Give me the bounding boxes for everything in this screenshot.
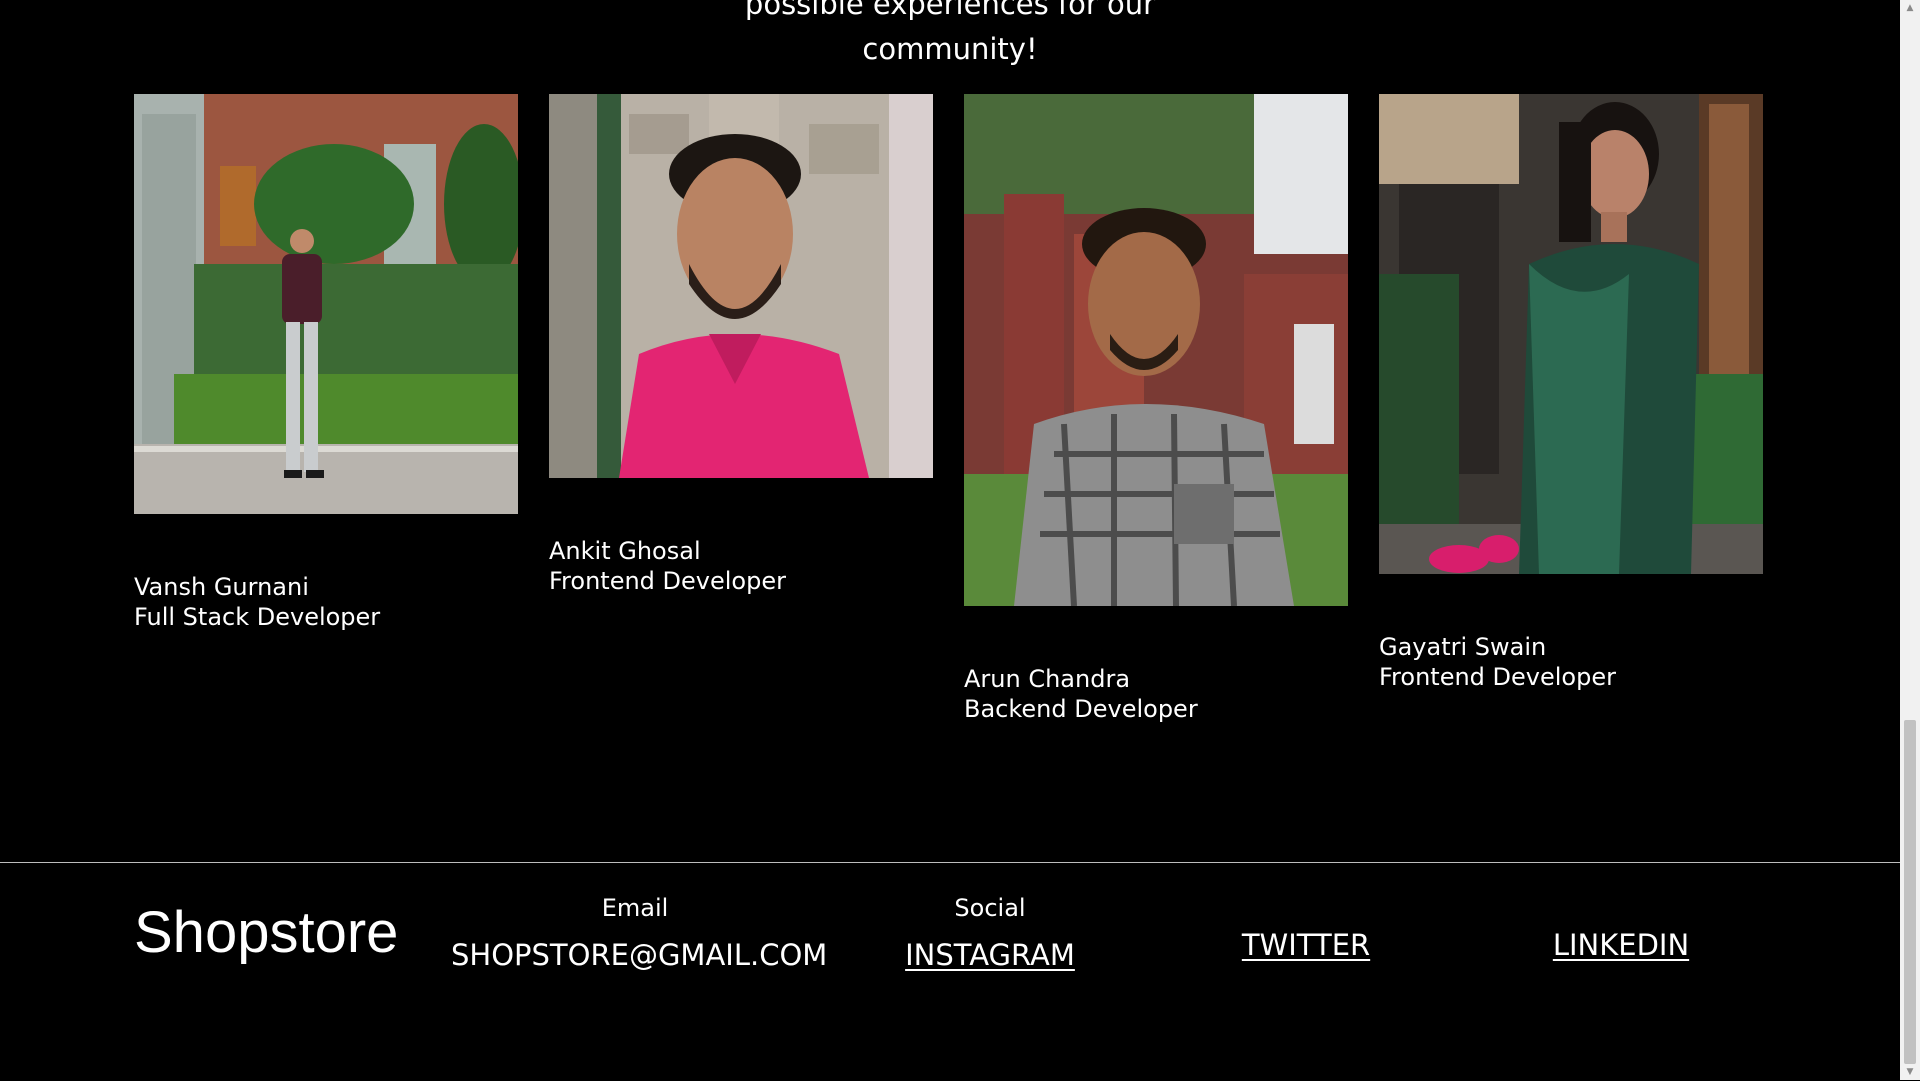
vertical-scrollbar[interactable]: ▲ ▼ xyxy=(1900,0,1920,1080)
team-member-card: Arun Chandra Backend Developer xyxy=(964,94,1350,723)
member-name: Vansh Gurnani xyxy=(134,573,309,601)
intro-line-1: possible experiences for our xyxy=(744,0,1156,21)
team-member-card: Gayatri Swain Frontend Developer xyxy=(1379,94,1765,691)
team-member-card: Ankit Ghosal Frontend Developer xyxy=(549,94,935,595)
intro-line-2: community! xyxy=(862,32,1038,66)
team-member-card: Vansh Gurnani Full Stack Developer xyxy=(134,94,520,631)
member-name: Ankit Ghosal xyxy=(549,537,701,565)
member-caption: Gayatri Swain Frontend Developer xyxy=(1379,632,1616,692)
member-caption: Ankit Ghosal Frontend Developer xyxy=(549,536,786,596)
page: possible experiences for our community! xyxy=(0,0,1900,1080)
member-name: Arun Chandra xyxy=(964,665,1131,693)
footer: Shopstore Email SHOPSTORE@GMAIL.COM Soci… xyxy=(0,862,1900,1081)
member-role: Full Stack Developer xyxy=(134,603,381,631)
member-caption: Vansh Gurnani Full Stack Developer xyxy=(134,572,380,632)
email-value: SHOPSTORE@GMAIL.COM xyxy=(451,938,828,972)
member-caption: Arun Chandra Backend Developer xyxy=(964,664,1198,724)
brand-logo-text[interactable]: Shopstore xyxy=(134,897,398,969)
member-photo xyxy=(964,94,1348,606)
member-role: Backend Developer xyxy=(964,695,1198,723)
scrollbar-thumb[interactable] xyxy=(1904,720,1916,1064)
scroll-up-icon[interactable]: ▲ xyxy=(1900,0,1920,16)
member-photo xyxy=(134,94,518,514)
linkedin-link[interactable]: LINKEDIN xyxy=(1521,927,1721,963)
member-role: Frontend Developer xyxy=(549,567,786,595)
member-photo xyxy=(1379,94,1763,574)
member-role: Frontend Developer xyxy=(1379,663,1616,691)
twitter-link[interactable]: TWITTER xyxy=(1206,927,1406,963)
intro-text: possible experiences for our community! xyxy=(0,0,1900,72)
instagram-link[interactable]: INSTAGRAM xyxy=(890,937,1090,973)
member-name: Gayatri Swain xyxy=(1379,633,1547,661)
member-photo xyxy=(549,94,933,478)
scroll-down-icon[interactable]: ▼ xyxy=(1900,1064,1920,1080)
social-label: Social xyxy=(954,894,1026,922)
email-label: Email xyxy=(601,894,669,922)
